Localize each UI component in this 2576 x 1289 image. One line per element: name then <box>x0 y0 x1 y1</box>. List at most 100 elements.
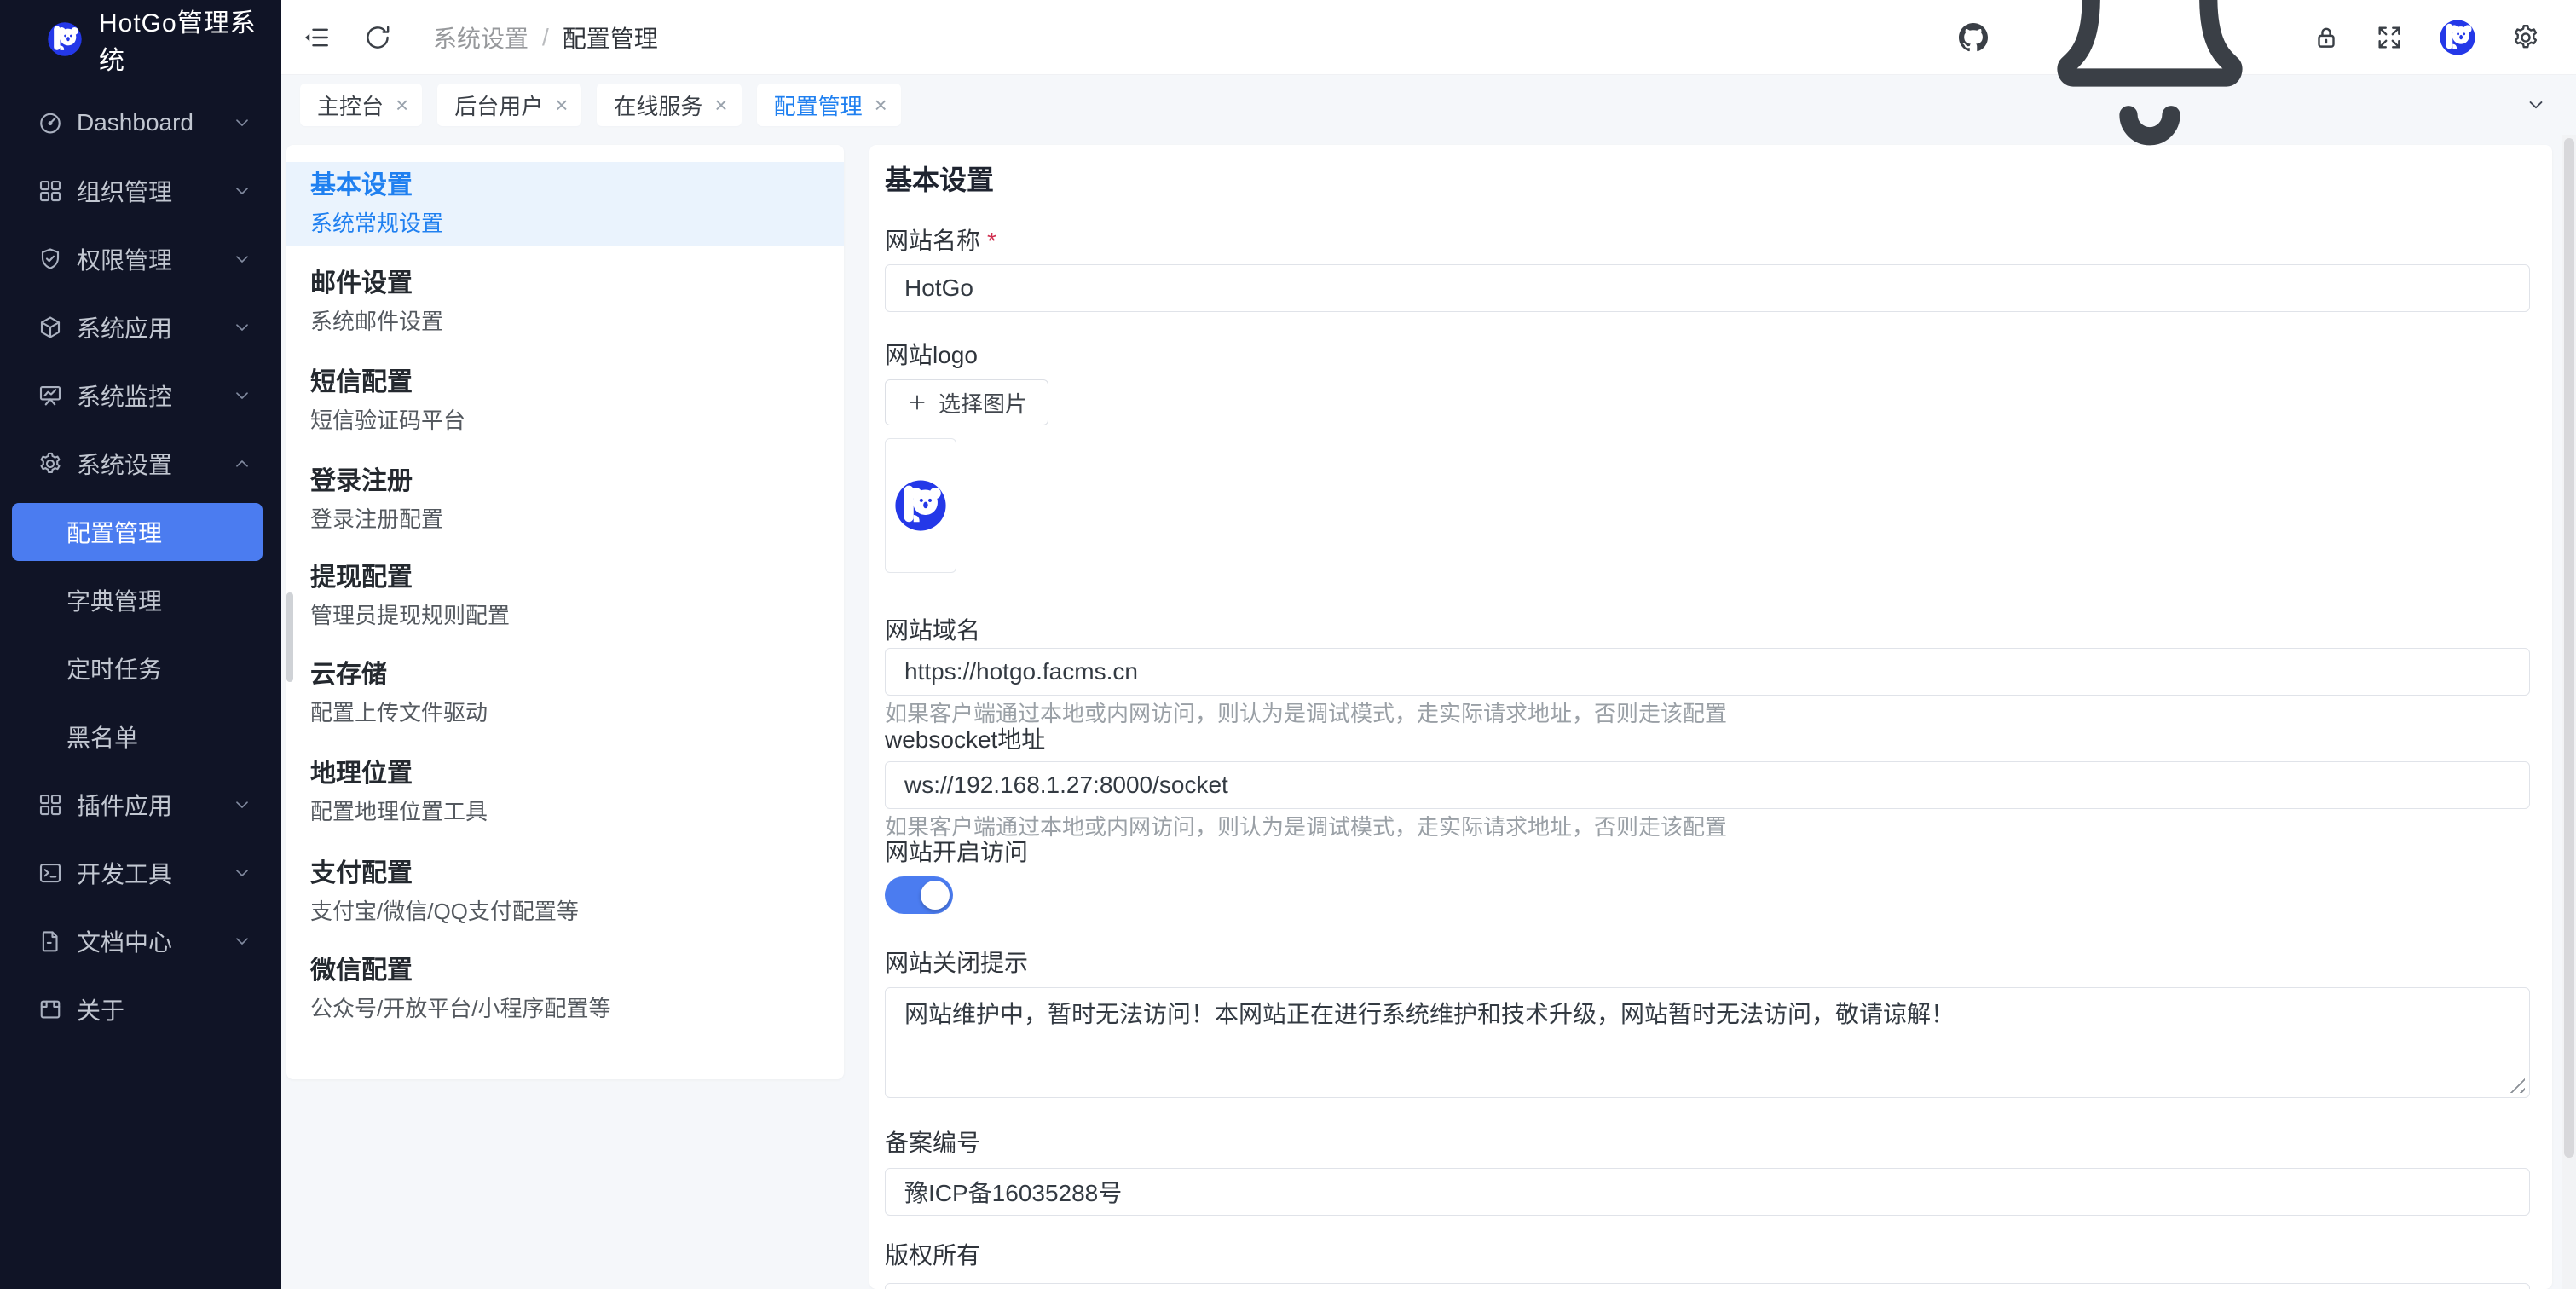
tab-label: 配置管理 <box>774 90 863 121</box>
settings-menu-item-subtitle: 公众号/开放平台/小程序配置等 <box>310 993 820 1024</box>
cube-icon <box>38 315 63 340</box>
copyright-label: 版权所有 <box>885 1240 980 1271</box>
sidebar-item-6[interactable]: 配置管理 <box>0 498 281 566</box>
tabs: 主控台×后台用户×在线服务×配置管理× <box>300 84 901 126</box>
close-tab-icon[interactable]: × <box>396 94 408 116</box>
sidebar-item-3[interactable]: 系统应用 <box>0 293 281 361</box>
breadcrumb-current: 配置管理 <box>563 20 658 55</box>
sidebar-item-4[interactable]: 系统监控 <box>0 361 281 430</box>
monitor-chart-icon <box>38 383 63 408</box>
closed-tip-label: 网站关闭提示 <box>885 948 1028 979</box>
settings-menu-item-3[interactable]: 登录注册登录注册配置 <box>286 465 844 535</box>
document-icon <box>38 928 63 954</box>
content-scrollbar-thumb[interactable] <box>2564 138 2574 1158</box>
site-name-input[interactable] <box>885 264 2530 312</box>
content-area: 基本设置系统常规设置邮件设置系统邮件设置短信配置短信验证码平台登录注册登录注册配… <box>281 135 2576 1289</box>
sidebar-item-5[interactable]: 系统设置 <box>0 430 281 498</box>
closed-tip-textarea[interactable]: 网站维护中，暂时无法访问！本网站正在进行系统维护和技术升级，网站暂时无法访问，敬… <box>885 987 2530 1098</box>
tab-label: 在线服务 <box>614 90 702 121</box>
settings-menu-item-1[interactable]: 邮件设置系统邮件设置 <box>286 267 844 337</box>
sidebar-item-label: Dashboard <box>77 109 232 136</box>
close-tab-icon[interactable]: × <box>875 94 887 116</box>
github-icon[interactable] <box>1959 23 1988 52</box>
koala-logo-icon <box>46 20 84 58</box>
tab-label: 主控台 <box>317 90 384 121</box>
settings-menu-item-4[interactable]: 提现配置管理员提现规则配置 <box>286 561 844 631</box>
sidebar-item-2[interactable]: 权限管理 <box>0 225 281 293</box>
tab-1[interactable]: 后台用户× <box>437 84 581 126</box>
copyright-input[interactable] <box>885 1283 2530 1289</box>
sidebar-item-1[interactable]: 组织管理 <box>0 157 281 225</box>
sidebar-item-0[interactable]: Dashboard <box>0 89 281 157</box>
sidebar-item-label: 权限管理 <box>77 242 232 276</box>
site-domain-input[interactable] <box>885 648 2530 696</box>
settings-menu-item-2[interactable]: 短信配置短信验证码平台 <box>286 366 844 436</box>
sidebar-item-label: 组织管理 <box>77 174 232 208</box>
gear-icon[interactable] <box>2511 23 2540 52</box>
settings-menu-item-title: 短信配置 <box>310 366 820 400</box>
refresh-icon[interactable] <box>363 23 392 52</box>
sidebar-item-8[interactable]: 定时任务 <box>0 634 281 702</box>
sidebar-item-label: 配置管理 <box>66 515 252 549</box>
settings-menu-item-5[interactable]: 云存储配置上传文件驱动 <box>286 658 844 728</box>
chevron-up-icon <box>232 454 252 474</box>
fullscreen-icon[interactable] <box>2375 23 2404 52</box>
user-avatar[interactable] <box>2438 18 2477 57</box>
pick-image-label: 选择图片 <box>939 387 1027 419</box>
settings-menu-item-6[interactable]: 地理位置配置地理位置工具 <box>286 757 844 827</box>
sidebar-item-12[interactable]: 文档中心 <box>0 907 281 975</box>
sidebar-item-label: 系统设置 <box>77 447 232 481</box>
sidebar-item-10[interactable]: 插件应用 <box>0 771 281 839</box>
shield-check-icon <box>38 246 63 272</box>
icp-input[interactable] <box>885 1168 2530 1216</box>
dashboard-icon <box>38 110 63 136</box>
sidebar: HotGo管理系统 Dashboard 组织管理权限管理系统应用系统监控系统设置配… <box>0 0 281 1289</box>
koala-logo-image <box>892 477 949 534</box>
breadcrumb-parent[interactable]: 系统设置 <box>433 20 528 55</box>
notifications-button[interactable]: 1 <box>2022 0 2278 167</box>
tab-0[interactable]: 主控台 × <box>300 84 422 126</box>
sidebar-item-7[interactable]: 字典管理 <box>0 566 281 634</box>
terminal-icon <box>38 860 63 886</box>
bell-icon <box>2022 152 2278 166</box>
settings-menu-item-subtitle: 登录注册配置 <box>310 504 820 535</box>
grid-icon <box>38 792 63 818</box>
topbar-right: 1 <box>1959 0 2576 167</box>
sidebar-item-label: 字典管理 <box>66 583 252 617</box>
menu-fold-icon[interactable] <box>302 23 331 52</box>
form-heading: 基本设置 <box>885 159 994 198</box>
site-access-toggle[interactable] <box>885 876 953 914</box>
tab-3[interactable]: 配置管理 × <box>757 84 901 126</box>
close-tab-icon[interactable]: × <box>555 94 568 116</box>
settings-menu-item-subtitle: 管理员提现规则配置 <box>310 600 820 631</box>
settings-menu-item-title: 地理位置 <box>310 757 820 791</box>
settings-menu-item-8[interactable]: 微信配置公众号/开放平台/小程序配置等 <box>286 954 844 1024</box>
settings-menu-item-0[interactable]: 基本设置系统常规设置 <box>286 162 844 246</box>
sidebar-item-11[interactable]: 开发工具 <box>0 839 281 907</box>
app-logo[interactable]: HotGo管理系统 <box>0 0 281 78</box>
settings-menu-item-title: 支付配置 <box>310 857 820 891</box>
websocket-label: websocket地址 <box>885 725 1045 755</box>
settings-menu-item-title: 基本设置 <box>310 169 820 203</box>
site-logo-label: 网站logo <box>885 340 978 371</box>
site-logo-preview[interactable] <box>885 438 956 573</box>
tab-2[interactable]: 在线服务 × <box>597 84 741 126</box>
sidebar-item-label: 黑名单 <box>66 720 252 754</box>
chevron-down-icon <box>232 113 252 133</box>
site-domain-label: 网站域名 <box>885 616 980 646</box>
site-name-label: 网站名称* <box>885 226 996 257</box>
site-domain-help: 如果客户端通过本地或内网访问，则认为是调试模式，走实际请求地址，否则走该配置 <box>885 699 1727 728</box>
sidebar-item-label: 系统应用 <box>77 310 232 344</box>
sidebar-item-13[interactable]: 关于 <box>0 975 281 1043</box>
close-tab-icon[interactable]: × <box>714 94 727 116</box>
app-title: HotGo管理系统 <box>99 2 281 77</box>
lock-icon[interactable] <box>2312 23 2341 52</box>
pick-image-button[interactable]: 选择图片 <box>885 379 1048 425</box>
settings-menu-item-7[interactable]: 支付配置支付宝/微信/QQ支付配置等 <box>286 857 844 927</box>
settings-menu-item-subtitle: 短信验证码平台 <box>310 405 820 436</box>
content-scrollbar[interactable] <box>2562 135 2576 1289</box>
sidebar-item-9[interactable]: 黑名单 <box>0 702 281 771</box>
websocket-input[interactable] <box>885 761 2530 809</box>
toggle-knob <box>921 881 950 910</box>
settings-menu-item-subtitle: 系统常规设置 <box>310 208 820 239</box>
